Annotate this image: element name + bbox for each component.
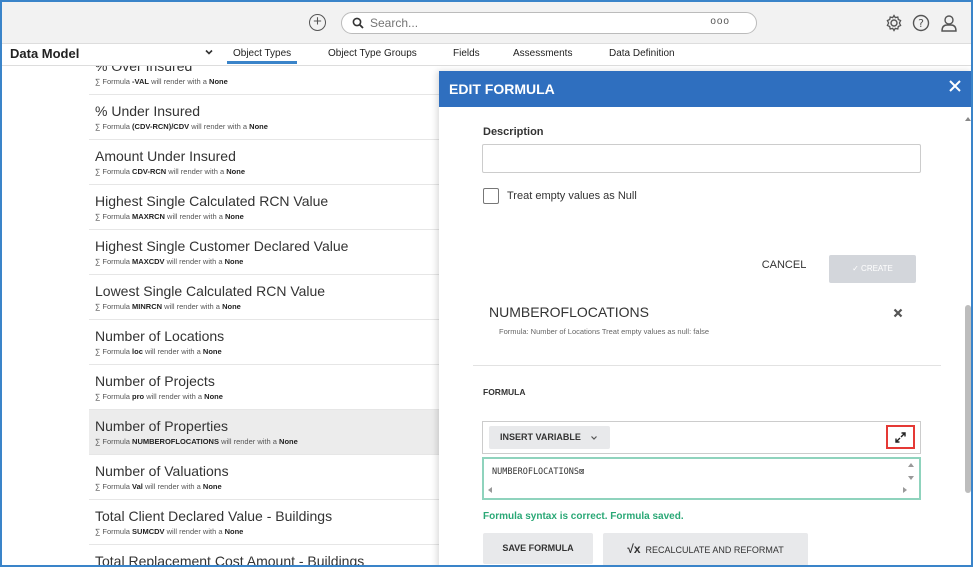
list-item[interactable]: % Under Insured ∑ Formula (CDV-RCN)/CDV … bbox=[89, 95, 449, 140]
item-formula: ∑ Formula pro will render with a None bbox=[95, 392, 223, 401]
item-formula: ∑ Formula MAXRCN will render with a None bbox=[95, 212, 244, 221]
data-model-title: Data Model bbox=[10, 46, 80, 61]
help-icon[interactable]: ? bbox=[911, 13, 931, 33]
user-icon[interactable] bbox=[939, 13, 959, 33]
scroll-up-arrow[interactable] bbox=[965, 117, 971, 121]
svg-text:?: ? bbox=[918, 17, 924, 30]
item-formula: ∑ Formula SUMCDV will render with a None bbox=[95, 527, 244, 536]
item-formula: ∑ Formula MINRCN will render with a None bbox=[95, 302, 241, 311]
tab-object-types[interactable]: Object Types bbox=[226, 48, 298, 64]
panel-body: Description Treat empty values as Null C… bbox=[439, 107, 971, 565]
treat-null-checkbox[interactable] bbox=[483, 188, 499, 204]
formula-code: NUMBEROFLOCATIONS⊠ bbox=[492, 467, 585, 477]
list-item-selected[interactable]: Number of Properties ∑ Formula NUMBEROFL… bbox=[89, 410, 449, 455]
list-item[interactable]: Highest Single Customer Declared Value ∑… bbox=[89, 230, 449, 275]
list-item[interactable]: % Over Insured ∑ Formula -VAL will rende… bbox=[89, 66, 449, 95]
item-title: Total Replacement Cost Amount - Building… bbox=[95, 553, 365, 567]
item-title: Lowest Single Calculated RCN Value bbox=[95, 283, 326, 299]
recalculate-label: RECALCULATE AND REFORMAT bbox=[645, 545, 784, 555]
tab-fields[interactable]: Fields bbox=[453, 48, 480, 59]
divider bbox=[473, 365, 941, 366]
formula-label: FORMULA bbox=[483, 387, 526, 397]
item-formula: ∑ Formula Val will render with a None bbox=[95, 482, 222, 491]
list-item[interactable]: Number of Valuations ∑ Formula Val will … bbox=[89, 455, 449, 500]
search-box[interactable]: ooo bbox=[341, 12, 757, 34]
top-bar: + ooo ? bbox=[2, 2, 971, 44]
scroll-up-arrow[interactable] bbox=[908, 463, 914, 467]
item-title: Number of Properties bbox=[95, 418, 229, 434]
field-list: % Over Insured ∑ Formula -VAL will rende… bbox=[89, 66, 449, 567]
tab-data-definition[interactable]: Data Definition bbox=[609, 48, 675, 59]
list-item[interactable]: Amount Under Insured ∑ Formula CDV-RCN w… bbox=[89, 140, 449, 185]
item-title: Number of Valuations bbox=[95, 463, 229, 479]
item-title: Highest Single Calculated RCN Value bbox=[95, 193, 329, 209]
formula-text-editor[interactable]: NUMBEROFLOCATIONS⊠ bbox=[482, 457, 921, 500]
item-formula: ∑ Formula MAXCDV will render with a None bbox=[95, 257, 244, 266]
search-icon bbox=[352, 17, 364, 29]
cancel-button[interactable]: CANCEL bbox=[749, 255, 819, 275]
close-icon[interactable] bbox=[947, 78, 963, 94]
expand-editor-button[interactable] bbox=[886, 425, 915, 449]
item-formula: ∑ Formula -VAL will render with a None bbox=[95, 77, 228, 86]
item-formula: ∑ Formula (CDV-RCN)/CDV will render with… bbox=[95, 122, 268, 131]
save-formula-button[interactable]: SAVE FORMULA bbox=[483, 533, 593, 564]
list-item[interactable]: Lowest Single Calculated RCN Value ∑ For… bbox=[89, 275, 449, 320]
panel-scrollbar[interactable] bbox=[965, 117, 971, 565]
chevron-down-icon bbox=[591, 436, 597, 440]
list-item[interactable]: Total Client Declared Value - Buildings … bbox=[89, 500, 449, 545]
item-title: Number of Locations bbox=[95, 328, 225, 344]
square-root-icon: √x bbox=[627, 542, 641, 556]
treat-null-label: Treat empty values as Null bbox=[507, 190, 637, 202]
scroll-down-arrow[interactable] bbox=[908, 476, 914, 480]
formula-editor-toolbar: INSERT VARIABLE bbox=[482, 421, 921, 454]
scroll-left-arrow[interactable] bbox=[488, 487, 492, 493]
variable-name: NUMBEROFLOCATIONS bbox=[489, 304, 649, 320]
search-input[interactable] bbox=[370, 15, 700, 31]
scrollbar-thumb[interactable] bbox=[965, 305, 971, 493]
list-item[interactable]: Total Replacement Cost Amount - Building… bbox=[89, 545, 449, 567]
item-title: % Over Insured bbox=[95, 66, 193, 74]
panel-title: EDIT FORMULA bbox=[449, 81, 555, 97]
tab-assessments[interactable]: Assessments bbox=[513, 48, 572, 59]
more-options-icon[interactable]: ooo bbox=[710, 16, 730, 27]
chevron-down-icon[interactable] bbox=[204, 47, 214, 57]
list-item[interactable]: Number of Locations ∑ Formula loc will r… bbox=[89, 320, 449, 365]
item-title: Highest Single Customer Declared Value bbox=[95, 238, 349, 254]
item-formula: ∑ Formula NUMBEROFLOCATIONS will render … bbox=[95, 437, 298, 446]
item-title: % Under Insured bbox=[95, 103, 201, 119]
recalculate-button[interactable]: √x RECALCULATE AND REFORMAT bbox=[603, 533, 808, 565]
gear-icon[interactable] bbox=[884, 13, 904, 33]
add-icon[interactable]: + bbox=[309, 14, 326, 31]
insert-variable-label: INSERT VARIABLE bbox=[500, 432, 581, 442]
item-title: Amount Under Insured bbox=[95, 148, 236, 164]
panel-header: EDIT FORMULA bbox=[439, 71, 971, 107]
insert-variable-button[interactable]: INSERT VARIABLE bbox=[489, 426, 610, 449]
syntax-status-message: Formula syntax is correct. Formula saved… bbox=[483, 511, 684, 522]
scroll-right-arrow[interactable] bbox=[903, 487, 907, 493]
remove-variable-icon[interactable] bbox=[892, 307, 904, 319]
nav-bar: Data Model Object Types Object Type Grou… bbox=[2, 44, 971, 66]
edit-formula-panel: EDIT FORMULA Description Treat empty val… bbox=[439, 71, 971, 565]
item-title: Total Client Declared Value - Buildings bbox=[95, 508, 333, 524]
item-formula: ∑ Formula loc will render with a None bbox=[95, 347, 222, 356]
app-frame: + ooo ? Data Model Object Types Obj bbox=[0, 0, 973, 567]
list-item[interactable]: Highest Single Calculated RCN Value ∑ Fo… bbox=[89, 185, 449, 230]
create-button[interactable]: ✓ CREATE bbox=[829, 255, 916, 283]
description-input[interactable] bbox=[482, 144, 921, 173]
item-title: Number of Projects bbox=[95, 373, 215, 389]
description-label: Description bbox=[483, 126, 544, 138]
list-item[interactable]: Number of Projects ∑ Formula pro will re… bbox=[89, 365, 449, 410]
expand-icon bbox=[895, 432, 906, 443]
item-formula: ∑ Formula CDV-RCN will render with a Non… bbox=[95, 167, 245, 176]
tab-object-type-groups[interactable]: Object Type Groups bbox=[328, 48, 417, 59]
variable-meta: Formula: Number of Locations Treat empty… bbox=[499, 327, 710, 336]
